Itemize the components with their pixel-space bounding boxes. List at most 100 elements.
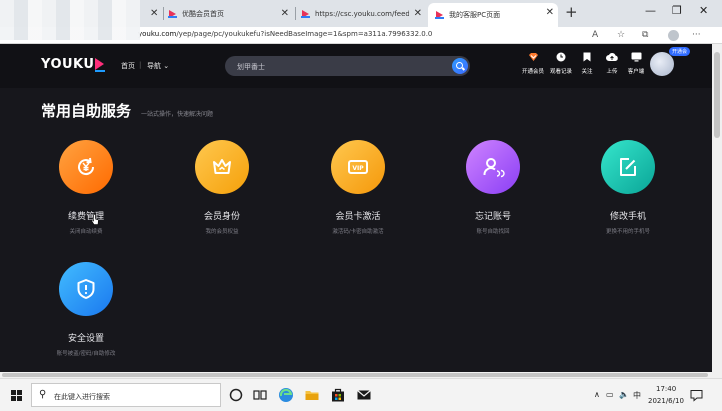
service-renewal-management[interactable]: 续费管理 关闭自动续费 [26,140,146,235]
service-label: 会员身份 [203,212,240,222]
task-view-icon[interactable] [252,387,268,403]
obscured-region [0,0,140,40]
history-clock-icon [549,52,573,64]
youku-logo-icon[interactable] [95,58,105,72]
youku-logo[interactable]: YOUKU [41,57,94,72]
input-language[interactable]: 中 [633,390,641,401]
notification-icon[interactable] [690,389,703,402]
nav-home-link[interactable]: 首页 [121,61,135,71]
favorites-icon[interactable]: ☆ [617,30,625,40]
network-icon[interactable]: ▭ [606,390,614,399]
service-desc: 更换不用的手机号 [605,229,650,235]
maximize-button[interactable]: ❐ [672,4,682,17]
vip-card-icon: VIP [331,140,385,194]
volume-icon[interactable]: 🔈 [619,390,629,399]
service-card-activation[interactable]: VIP 会员卡激活 激活码/卡密自助激活 [298,140,418,235]
header-vip[interactable]: 开通会员 [521,52,545,75]
collections-icon[interactable]: ⧉ [642,30,648,40]
nav-menu-label: 导航 [147,62,161,70]
close-window-button[interactable]: ✕ [699,4,708,17]
tab-title: https://csc.youku.com/feedback [315,10,409,18]
file-explorer-icon[interactable] [304,387,320,403]
horizontal-scroll-thumb[interactable] [2,373,708,377]
chevron-down-icon: ⌄ [163,62,170,70]
service-desc: 激活码/卡密自助激活 [332,229,384,235]
profile-icon[interactable] [668,30,679,41]
tab-youku-vip-home[interactable]: 优酷会员首页 ✕ [168,4,293,24]
more-menu-icon[interactable]: ··· [692,30,701,40]
url-path: /yep/page/pc/youkukefu?isNeedBaseImage=1… [176,30,433,38]
search-input[interactable]: 划甲番士 [237,62,265,72]
user-search-icon [466,140,520,194]
service-label: 修改手机 [609,212,646,222]
tab-title: 我的客服PC页面 [449,11,501,19]
minimize-button[interactable]: — [645,4,656,17]
service-label: 忘记账号 [474,212,511,222]
url-text[interactable]: youku.com/yep/page/pc/youkukefu?isNeedBa… [138,30,432,38]
taskbar-search[interactable]: ⚲ 在此键入进行搜索 [31,383,221,407]
header-upload[interactable]: 上传 [600,52,624,75]
search-icon: ⚲ [39,389,47,400]
tab-close-icon[interactable]: ✕ [414,8,422,19]
service-label: 安全设置 [67,334,104,344]
header-history[interactable]: 观看记录 [549,52,573,75]
service-security-settings[interactable]: 安全设置 账号被盗/密码/自助修改 [26,262,146,357]
service-desc: 账号被盗/密码/自助修改 [56,351,116,357]
edit-note-icon [601,140,655,194]
hand-cursor-icon [91,214,99,225]
service-label: 续费管理 [67,212,104,222]
taskbar-search-input[interactable]: 在此键入进行搜索 [54,392,110,402]
youku-favicon-icon [168,9,177,19]
tab-customer-service[interactable]: 我的客服PC页面 ✕ [428,3,558,27]
youku-favicon-icon [301,9,310,19]
service-desc: 账号自助找回 [476,229,510,235]
header-follow[interactable]: 关注 [575,52,599,75]
svg-text:VIP: VIP [352,165,364,172]
avatar[interactable] [650,52,674,76]
tab-close-icon[interactable]: ✕ [546,7,554,18]
page-title: 常用自助服务 [41,102,132,120]
bookmark-icon [575,52,599,64]
service-change-phone[interactable]: 修改手机 更换不用的手机号 [568,140,688,235]
header-icon-label: 观看记录 [549,69,572,75]
header-icon-label: 开通会员 [521,69,544,75]
yen-refresh-icon [59,140,113,194]
vip-diamond-icon [521,52,545,64]
url-domain: youku.com [138,30,177,38]
read-aloud-icon[interactable]: A [592,30,598,40]
screen: ✕ 优酷会员首页 ✕ https://csc.youku.com/feedbac… [0,0,722,411]
upload-cloud-icon [600,52,624,64]
edge-browser-icon[interactable] [278,387,294,403]
service-membership-status[interactable]: 会员身份 我的会员权益 [162,140,282,235]
youku-site: YOUKU 首页 | 导航 ⌄ 划甲番士 开通会员 观看记录 关注 上传 客户端… [0,44,712,378]
vip-badge[interactable]: 开通会 [669,47,691,56]
mail-icon[interactable] [356,387,372,403]
tab-close-icon[interactable]: ✕ [281,8,289,19]
search-icon[interactable] [452,58,468,74]
header-icon-label: 客户端 [627,69,645,75]
clock-date[interactable]: 2021/6/10 [648,397,684,405]
clock-time[interactable]: 17:40 [656,385,676,393]
tab-title: 优酷会员首页 [182,10,224,18]
nav-separator: | [139,61,142,69]
windows-start-icon[interactable] [11,390,22,401]
tab-separator [163,7,164,20]
nav-menu-dropdown[interactable]: 导航 ⌄ [147,61,169,71]
cortana-icon[interactable] [228,387,244,403]
taskbar: ⚲ 在此键入进行搜索 ∧ ▭ 🔈 中 17:40 2021/6/10 [0,378,722,411]
service-desc: 关闭自动续费 [69,229,103,235]
header-client[interactable]: 客户端 [624,52,648,75]
tab-feedback[interactable]: https://csc.youku.com/feedback ✕ [301,4,426,24]
tab-separator [295,7,296,20]
tray-chevron-icon[interactable]: ∧ [594,390,600,399]
site-header: YOUKU 首页 | 导航 ⌄ 划甲番士 开通会员 观看记录 关注 上传 客户端… [0,44,712,88]
page-subtitle: 一站式操作，快速解决问题 [141,111,214,118]
youku-favicon-icon [435,10,444,20]
store-icon[interactable] [330,387,346,403]
crown-icon [195,140,249,194]
service-label: 会员卡激活 [335,212,381,222]
vertical-scroll-thumb[interactable] [714,52,720,138]
service-forgot-account[interactable]: 忘记账号 账号自助找回 [433,140,553,235]
new-tab-button[interactable]: + [565,3,578,21]
search-box[interactable]: 划甲番士 [225,56,470,76]
